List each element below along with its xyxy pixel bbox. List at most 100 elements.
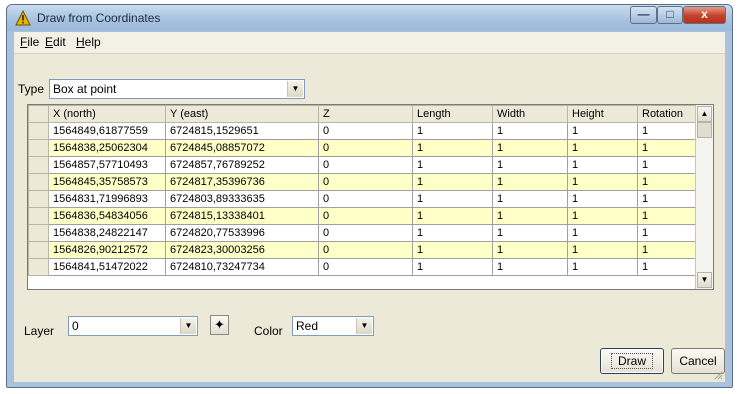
cell-width[interactable]: 1: [492, 224, 568, 242]
cell-x-north[interactable]: 1564857,57710493: [48, 156, 166, 174]
cell-x-north[interactable]: 1564838,25062304: [48, 139, 166, 157]
column-header-y-east[interactable]: Y (east): [165, 105, 319, 123]
cell-height[interactable]: 1: [567, 258, 638, 276]
resize-grip-icon[interactable]: [713, 370, 723, 380]
cell-x-north[interactable]: 1564826,90212572: [48, 241, 166, 259]
cell-z[interactable]: 0: [318, 122, 413, 140]
cell-x-north[interactable]: 1564831,71996893: [48, 190, 166, 208]
cell-rotation[interactable]: 1: [637, 241, 698, 259]
maximize-button[interactable]: □: [657, 6, 683, 24]
row-header[interactable]: [28, 190, 49, 208]
row-header[interactable]: [28, 258, 49, 276]
cell-rotation[interactable]: 1: [637, 207, 698, 225]
row-header[interactable]: [28, 224, 49, 242]
cell-length[interactable]: 1: [412, 258, 493, 276]
cell-rotation[interactable]: 1: [637, 122, 698, 140]
cell-height[interactable]: 1: [567, 190, 638, 208]
scroll-up-arrow-icon[interactable]: ▲: [697, 106, 712, 122]
cell-length[interactable]: 1: [412, 190, 493, 208]
column-header-height[interactable]: Height: [567, 105, 638, 123]
cell-length[interactable]: 1: [412, 241, 493, 259]
cell-x-north[interactable]: 1564845,35758573: [48, 173, 166, 191]
cell-width[interactable]: 1: [492, 207, 568, 225]
cell-width[interactable]: 1: [492, 122, 568, 140]
cell-height[interactable]: 1: [567, 241, 638, 259]
layer-select[interactable]: 0 ▼: [68, 316, 198, 336]
row-header[interactable]: [28, 139, 49, 157]
cell-height[interactable]: 1: [567, 156, 638, 174]
cell-height[interactable]: 1: [567, 224, 638, 242]
cell-y-east[interactable]: 6724817,35396736: [165, 173, 319, 191]
cell-z[interactable]: 0: [318, 241, 413, 259]
cell-rotation[interactable]: 1: [637, 156, 698, 174]
row-header[interactable]: [28, 156, 49, 174]
menu-edit[interactable]: Edit: [45, 35, 66, 49]
layer-dropdown-arrow-icon[interactable]: ▼: [180, 318, 196, 334]
cell-y-east[interactable]: 6724815,1529651: [165, 122, 319, 140]
cell-length[interactable]: 1: [412, 224, 493, 242]
color-dropdown-arrow-icon[interactable]: ▼: [356, 318, 372, 334]
cell-height[interactable]: 1: [567, 139, 638, 157]
cell-width[interactable]: 1: [492, 139, 568, 157]
cell-z[interactable]: 0: [318, 258, 413, 276]
cell-y-east[interactable]: 6724820,77533996: [165, 224, 319, 242]
column-header-rotation[interactable]: Rotation: [637, 105, 698, 123]
column-header-length[interactable]: Length: [412, 105, 493, 123]
cell-x-north[interactable]: 1564836,54834056: [48, 207, 166, 225]
cell-rotation[interactable]: 1: [637, 139, 698, 157]
cell-width[interactable]: 1: [492, 241, 568, 259]
minimize-button[interactable]: —: [630, 6, 657, 24]
cell-width[interactable]: 1: [492, 258, 568, 276]
cell-rotation[interactable]: 1: [637, 258, 698, 276]
grid-vertical-scrollbar[interactable]: ▲ ▼: [695, 105, 713, 289]
scroll-down-arrow-icon[interactable]: ▼: [697, 272, 712, 288]
cell-length[interactable]: 1: [412, 122, 493, 140]
cell-x-north[interactable]: 1564838,24822147: [48, 224, 166, 242]
cell-rotation[interactable]: 1: [637, 224, 698, 242]
row-header[interactable]: [28, 241, 49, 259]
cell-x-north[interactable]: 1564841,51472022: [48, 258, 166, 276]
row-header[interactable]: [28, 122, 49, 140]
cell-rotation[interactable]: 1: [637, 190, 698, 208]
cell-y-east[interactable]: 6724810,73247734: [165, 258, 319, 276]
title-bar[interactable]: Draw from Coordinates — □ x: [7, 5, 732, 31]
cell-length[interactable]: 1: [412, 173, 493, 191]
cell-z[interactable]: 0: [318, 224, 413, 242]
cell-x-north[interactable]: 1564849,61877559: [48, 122, 166, 140]
row-header[interactable]: [28, 207, 49, 225]
cell-z[interactable]: 0: [318, 139, 413, 157]
cell-y-east[interactable]: 6724857,76789252: [165, 156, 319, 174]
cell-y-east[interactable]: 6724845,08857072: [165, 139, 319, 157]
cell-y-east[interactable]: 6724823,30003256: [165, 241, 319, 259]
menu-help[interactable]: Help: [76, 35, 101, 49]
cell-width[interactable]: 1: [492, 190, 568, 208]
scroll-thumb[interactable]: [697, 122, 712, 138]
coordinates-grid[interactable]: X (north) Y (east) Z Length Width Height…: [27, 104, 714, 290]
cell-height[interactable]: 1: [567, 173, 638, 191]
draw-button[interactable]: Draw: [600, 348, 664, 374]
cell-length[interactable]: 1: [412, 207, 493, 225]
cell-z[interactable]: 0: [318, 207, 413, 225]
cell-height[interactable]: 1: [567, 207, 638, 225]
type-select[interactable]: Box at point ▼: [49, 79, 305, 99]
row-header[interactable]: [28, 173, 49, 191]
color-select[interactable]: Red ▼: [292, 316, 374, 336]
column-header-x-north[interactable]: X (north): [48, 105, 166, 123]
cell-z[interactable]: 0: [318, 156, 413, 174]
column-header-z[interactable]: Z: [318, 105, 413, 123]
cell-length[interactable]: 1: [412, 156, 493, 174]
cell-y-east[interactable]: 6724815,13338401: [165, 207, 319, 225]
cell-rotation[interactable]: 1: [637, 173, 698, 191]
cell-width[interactable]: 1: [492, 173, 568, 191]
close-button[interactable]: x: [683, 6, 726, 24]
grid-corner-cell[interactable]: [28, 105, 49, 123]
pick-layer-button[interactable]: ✦: [210, 315, 229, 335]
type-dropdown-arrow-icon[interactable]: ▼: [287, 81, 303, 97]
cell-height[interactable]: 1: [567, 122, 638, 140]
cell-z[interactable]: 0: [318, 190, 413, 208]
menu-file[interactable]: File: [20, 35, 39, 49]
cell-z[interactable]: 0: [318, 173, 413, 191]
column-header-width[interactable]: Width: [492, 105, 568, 123]
cell-length[interactable]: 1: [412, 139, 493, 157]
cell-y-east[interactable]: 6724803,89333635: [165, 190, 319, 208]
